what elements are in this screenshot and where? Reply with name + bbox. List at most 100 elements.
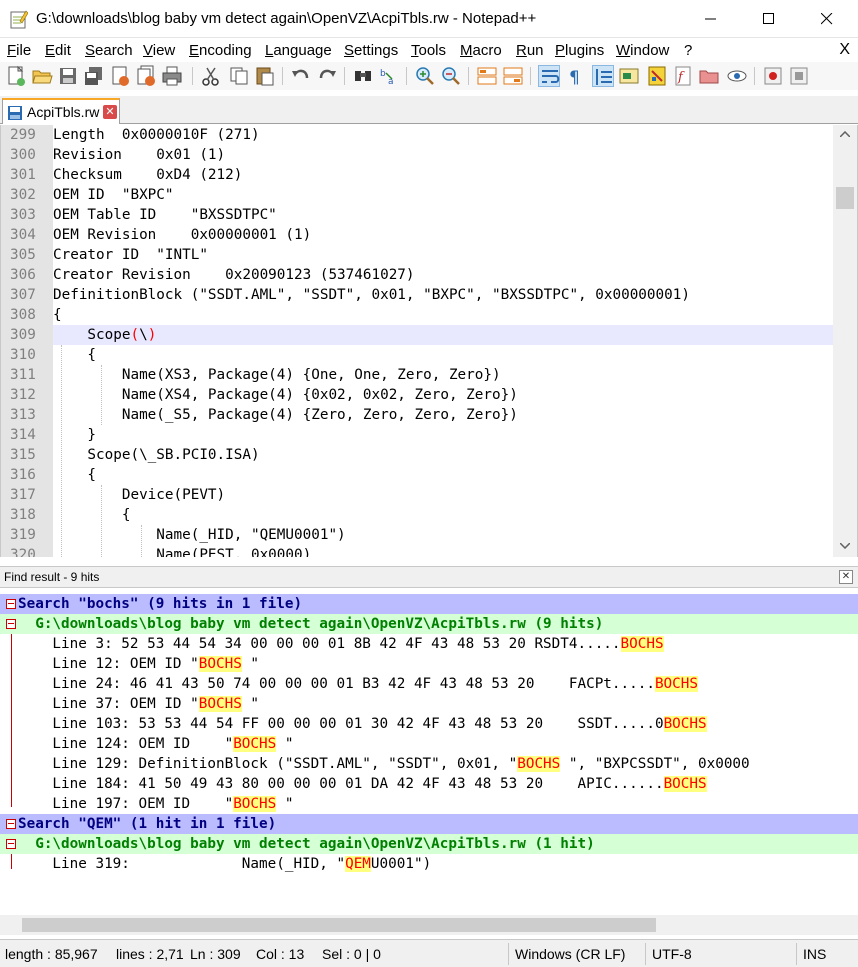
menu-encoding[interactable]: Encoding [189,42,252,59]
code-line: Scope(\_SB.PCI0.ISA) [53,447,260,463]
search-result-header[interactable]: Search "bochs" (9 hits in 1 file) [0,594,858,614]
menu-window[interactable]: Window [616,42,669,59]
status-encoding[interactable]: UTF-8 [652,946,692,962]
status-column: Col : 13 [256,946,305,962]
replace-icon[interactable]: ba [378,65,400,87]
save-icon[interactable] [57,65,79,87]
show-all-characters-icon[interactable]: ¶ [564,65,586,87]
print-icon[interactable] [161,65,183,87]
line-number: 308 [10,307,36,323]
toolbar-separator [282,67,283,85]
new-file-icon[interactable] [5,65,27,87]
search-hit-line[interactable]: Line 103: 53 53 44 54 FF 00 00 00 01 30 … [0,714,858,734]
tab-acpitbls[interactable]: AcpiTbls.rw ✕ [2,98,120,124]
scrollbar-thumb[interactable] [22,918,656,932]
word-wrap-icon[interactable] [538,65,560,87]
search-hit-line[interactable]: Line 3: 52 53 44 54 34 00 00 00 01 8B 42… [0,634,858,654]
menu-macro[interactable]: Macro [460,42,502,59]
find-results-horizontal-scrollbar[interactable] [0,915,858,935]
status-separator [796,943,797,965]
fold-collapse-icon[interactable] [6,839,16,849]
editor-pane[interactable]: 299 300 301 302 303 304 305 306 307 308 … [0,125,858,557]
menu-plugins[interactable]: Plugins [555,42,604,59]
tab-close-button[interactable]: ✕ [103,105,117,119]
close-file-icon[interactable] [109,65,131,87]
hit-match: BOCHS [620,636,664,652]
line-number: 312 [10,387,36,403]
search-hit-line[interactable]: Line 124: OEM ID "BOCHS " [0,734,858,754]
monitoring-eye-icon[interactable] [726,65,748,87]
close-icon [821,13,833,25]
search-result-file[interactable]: G:\downloads\blog baby vm detect again\O… [0,834,858,854]
folder-as-workspace-icon[interactable] [698,65,720,87]
menu-help[interactable]: ? [684,42,692,59]
search-result-file[interactable]: G:\downloads\blog baby vm detect again\O… [0,614,858,634]
close-document-button[interactable]: X [839,41,850,59]
close-all-icon[interactable] [135,65,157,87]
scroll-up-icon[interactable] [833,125,857,143]
search-hit-line[interactable]: Line 319: Name(_HID, "QEMU0001") [0,854,858,874]
close-button[interactable] [798,0,856,38]
hit-text: " [241,696,260,712]
search-hit-line[interactable]: Line 24: 46 41 43 50 74 00 00 00 01 B3 4… [0,674,858,694]
redo-icon[interactable] [316,65,338,87]
menu-tools[interactable]: Tools [411,42,446,59]
status-selection: Sel : 0 | 0 [322,946,381,962]
menu-view[interactable]: View [143,42,175,59]
line-number: 314 [10,427,36,443]
status-insert-mode[interactable]: INS [803,946,826,962]
menu-settings[interactable]: Settings [344,42,398,59]
minimize-button[interactable] [682,0,740,38]
undo-icon[interactable] [290,65,312,87]
menu-file[interactable]: File [7,42,31,59]
copy-icon[interactable] [228,65,250,87]
search-hit-line[interactable]: Line 197: OEM ID "BOCHS " [0,794,858,814]
fold-collapse-icon[interactable] [6,599,16,609]
find-results-close-button[interactable]: ✕ [839,570,853,584]
scrollbar-thumb[interactable] [836,187,854,209]
line-number: 319 [10,527,36,543]
function-list-icon[interactable]: f [672,65,694,87]
user-defined-language-icon[interactable] [618,65,640,87]
toolbar-separator [406,67,407,85]
editor-vertical-scrollbar[interactable] [833,125,857,557]
search-hit-line[interactable]: Line 12: OEM ID "BOCHS " [0,654,858,674]
indent-guide-icon[interactable] [592,65,614,87]
macro-stop-icon[interactable] [788,65,810,87]
code-area[interactable]: Length 0x0000010F (271) Revision 0x01 (1… [53,125,833,557]
toolbar-separator [344,67,345,85]
macro-record-icon[interactable] [762,65,784,87]
document-map-icon[interactable] [646,65,668,87]
line-number: 300 [10,147,36,163]
zoom-out-icon[interactable] [440,65,462,87]
status-eol-format[interactable]: Windows (CR LF) [515,946,625,962]
status-length: length : 85,967 [5,946,98,962]
zoom-in-icon[interactable] [414,65,436,87]
fold-collapse-icon[interactable] [6,619,16,629]
hit-match: BOCHS [663,716,707,732]
sync-horizontal-icon[interactable] [502,65,524,87]
cut-icon[interactable] [200,65,222,87]
maximize-button[interactable] [740,0,798,38]
open-file-icon[interactable] [31,65,53,87]
fold-collapse-icon[interactable] [6,819,16,829]
toolbar-separator [468,67,469,85]
search-hit-line[interactable]: Line 129: DefinitionBlock ("SSDT.AML", "… [0,754,858,774]
scroll-down-icon[interactable] [833,537,857,555]
code-line: Creator ID "INTL" [53,247,208,263]
menu-run[interactable]: Run [516,42,544,59]
title-bar: G:\downloads\blog baby vm detect again\O… [0,0,858,38]
menu-language[interactable]: Language [265,42,332,59]
search-result-header[interactable]: Search "QEM" (1 hit in 1 file) [0,814,858,834]
notepad-app-icon[interactable] [10,9,29,29]
search-hit-line[interactable]: Line 184: 41 50 49 43 80 00 00 00 01 DA … [0,774,858,794]
save-all-icon[interactable] [83,65,105,87]
line-number: 316 [10,467,36,483]
sync-vertical-icon[interactable] [476,65,498,87]
find-results-panel[interactable]: Search "bochs" (9 hits in 1 file) G:\dow… [0,589,858,915]
search-hit-line[interactable]: Line 37: OEM ID "BOCHS " [0,694,858,714]
paste-icon[interactable] [254,65,276,87]
find-icon[interactable] [352,65,374,87]
menu-edit[interactable]: Edit [45,42,71,59]
menu-search[interactable]: Search [85,42,133,59]
